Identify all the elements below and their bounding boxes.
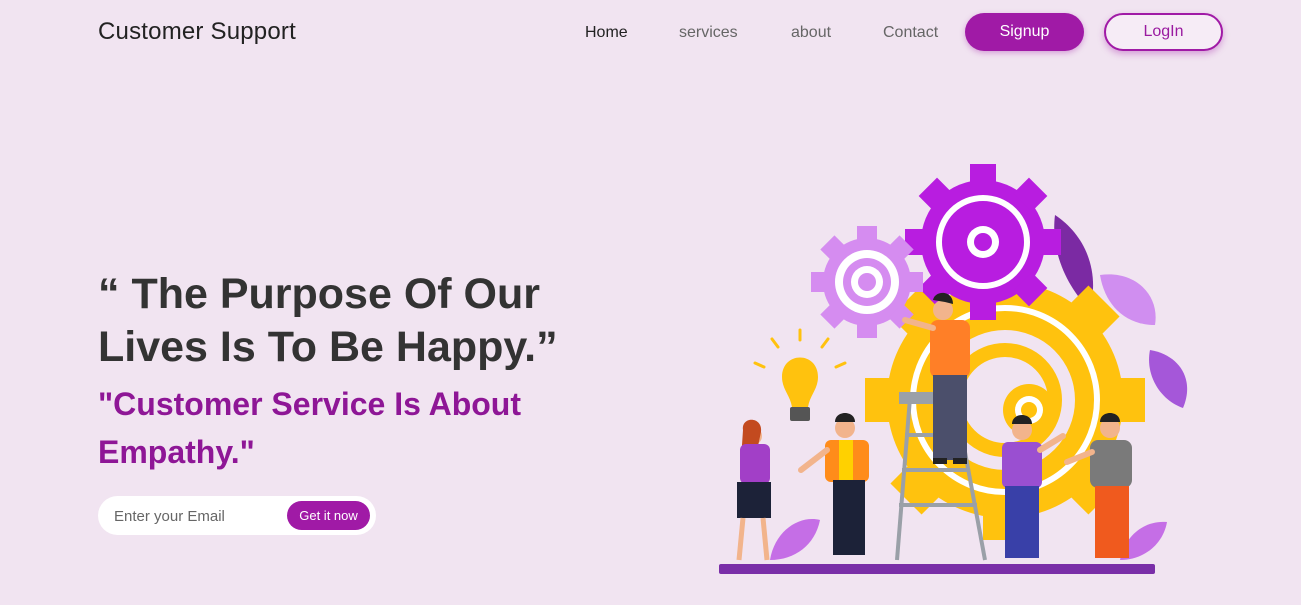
lightbulb-icon — [753, 328, 847, 421]
login-button[interactable]: LogIn — [1104, 13, 1223, 51]
get-it-now-button[interactable]: Get it now — [287, 501, 370, 530]
woman-figure — [736, 419, 771, 561]
teamwork-gears-illustration — [719, 164, 1188, 574]
nav-contact-link[interactable]: Contact — [883, 24, 938, 42]
nav-about-link[interactable]: about — [791, 24, 831, 42]
email-input[interactable] — [112, 505, 286, 527]
nav-services-link[interactable]: services — [679, 24, 738, 42]
hero-title: “ The Purpose Of Our Lives Is To Be Happ… — [98, 270, 558, 371]
email-signup-form: Get it now — [98, 496, 376, 535]
hero-subtitle: "Customer Service Is About Empathy." — [98, 386, 521, 470]
ground-line — [719, 564, 1155, 574]
signup-button[interactable]: Signup — [965, 13, 1084, 51]
nav-home-link[interactable]: Home — [585, 24, 628, 42]
purple-gear-icon — [905, 164, 1061, 320]
